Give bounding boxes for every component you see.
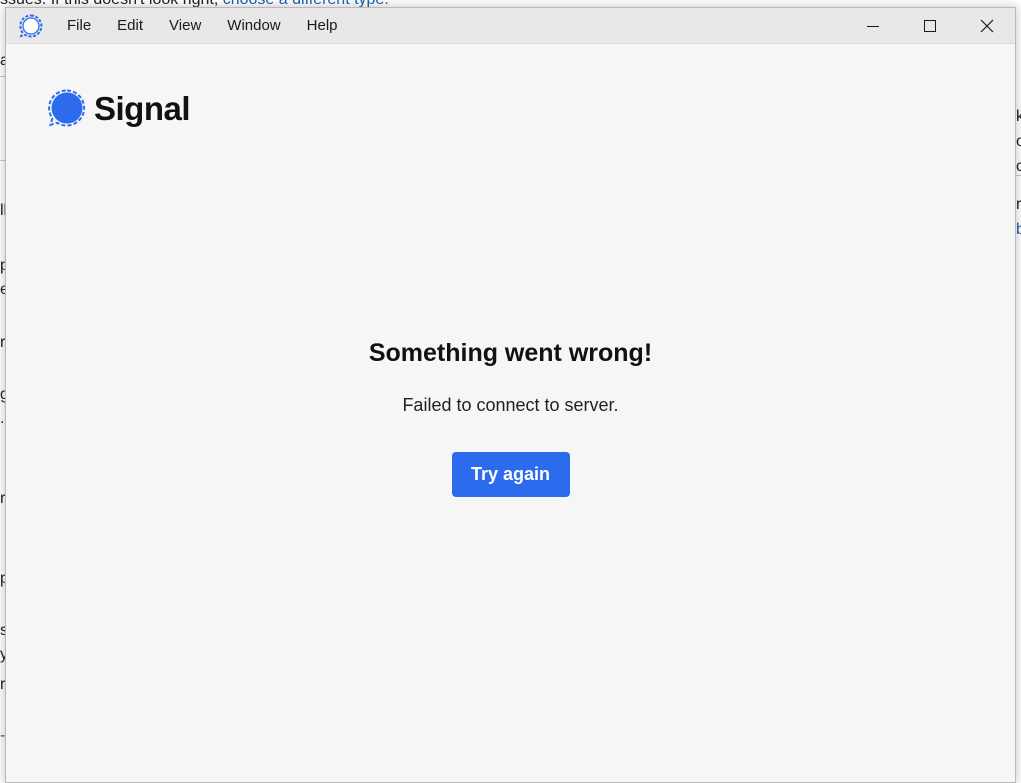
minimize-button[interactable] [844, 8, 901, 44]
bg-fragment: o [1016, 133, 1021, 150]
bg-fragment-link[interactable]: b [1016, 221, 1021, 239]
signal-logo-icon [48, 89, 86, 127]
try-again-button[interactable]: Try again [451, 452, 570, 497]
bg-fragment: c [1016, 158, 1021, 175]
signal-logo: Signal [46, 88, 191, 130]
error-panel: Something went wrong! Failed to connect … [6, 335, 1015, 497]
maximize-icon [923, 20, 936, 32]
menu-bar: File Edit View Window Help [54, 8, 351, 44]
menu-view[interactable]: View [156, 8, 214, 44]
signal-app-icon[interactable] [18, 13, 44, 39]
error-title: Something went wrong! [368, 339, 653, 367]
signal-window: File Edit View Window Help Signal Someth… [5, 7, 1016, 783]
signal-wordmark: Signal [94, 90, 191, 127]
bg-fragment: k [1016, 108, 1021, 125]
close-button[interactable] [958, 8, 1015, 44]
bg-fragment: r [1016, 196, 1021, 213]
window-controls [844, 8, 1015, 44]
close-icon [980, 19, 993, 33]
bg-fragment: . [0, 410, 5, 427]
title-bar[interactable]: File Edit View Window Help [6, 8, 1015, 44]
bg-divider [1016, 175, 1021, 176]
minimize-icon [866, 26, 879, 27]
menu-help[interactable]: Help [294, 8, 351, 44]
menu-edit[interactable]: Edit [104, 8, 156, 44]
menu-window[interactable]: Window [214, 8, 293, 44]
maximize-button[interactable] [901, 8, 958, 44]
error-message: Failed to connect to server. [402, 395, 619, 415]
menu-file[interactable]: File [54, 8, 104, 44]
